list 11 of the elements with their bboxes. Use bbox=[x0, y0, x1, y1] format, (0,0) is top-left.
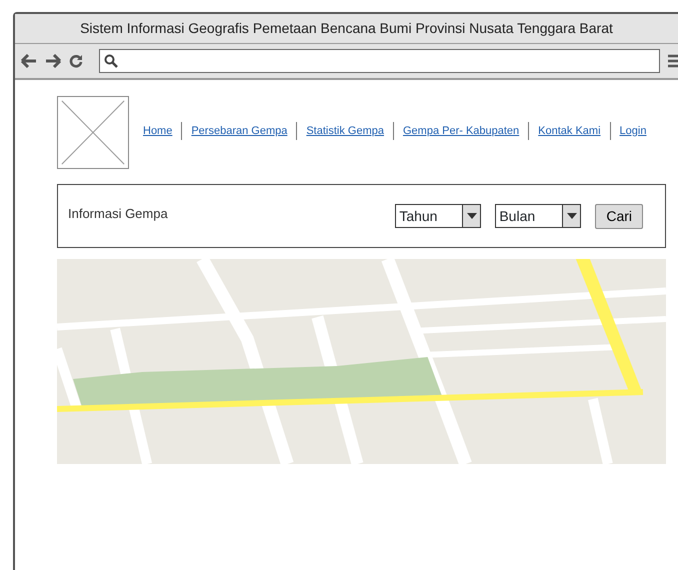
dropdown[interactable]: Tahun bbox=[395, 204, 482, 228]
nav-link[interactable]: Login bbox=[620, 122, 646, 140]
search-button[interactable]: Cari bbox=[595, 204, 643, 228]
nav-link[interactable]: Statistik Gempa bbox=[306, 122, 384, 140]
nav-link[interactable]: Kontak Kami bbox=[538, 122, 601, 140]
panel-title: Informasi Gempa bbox=[68, 205, 168, 224]
window-title: Sistem Informasi Geografis Pemetaan Bencana Bumi Provinsi Nusata Tenggara Barat bbox=[80, 19, 613, 38]
nav-link[interactable]: Persebaran Gempa bbox=[191, 122, 288, 140]
nav-link[interactable]: Home bbox=[143, 122, 172, 140]
nav-link[interactable]: Gempa Per- Kabupaten bbox=[402, 122, 520, 140]
dropdown[interactable]: Bulan bbox=[495, 204, 582, 228]
